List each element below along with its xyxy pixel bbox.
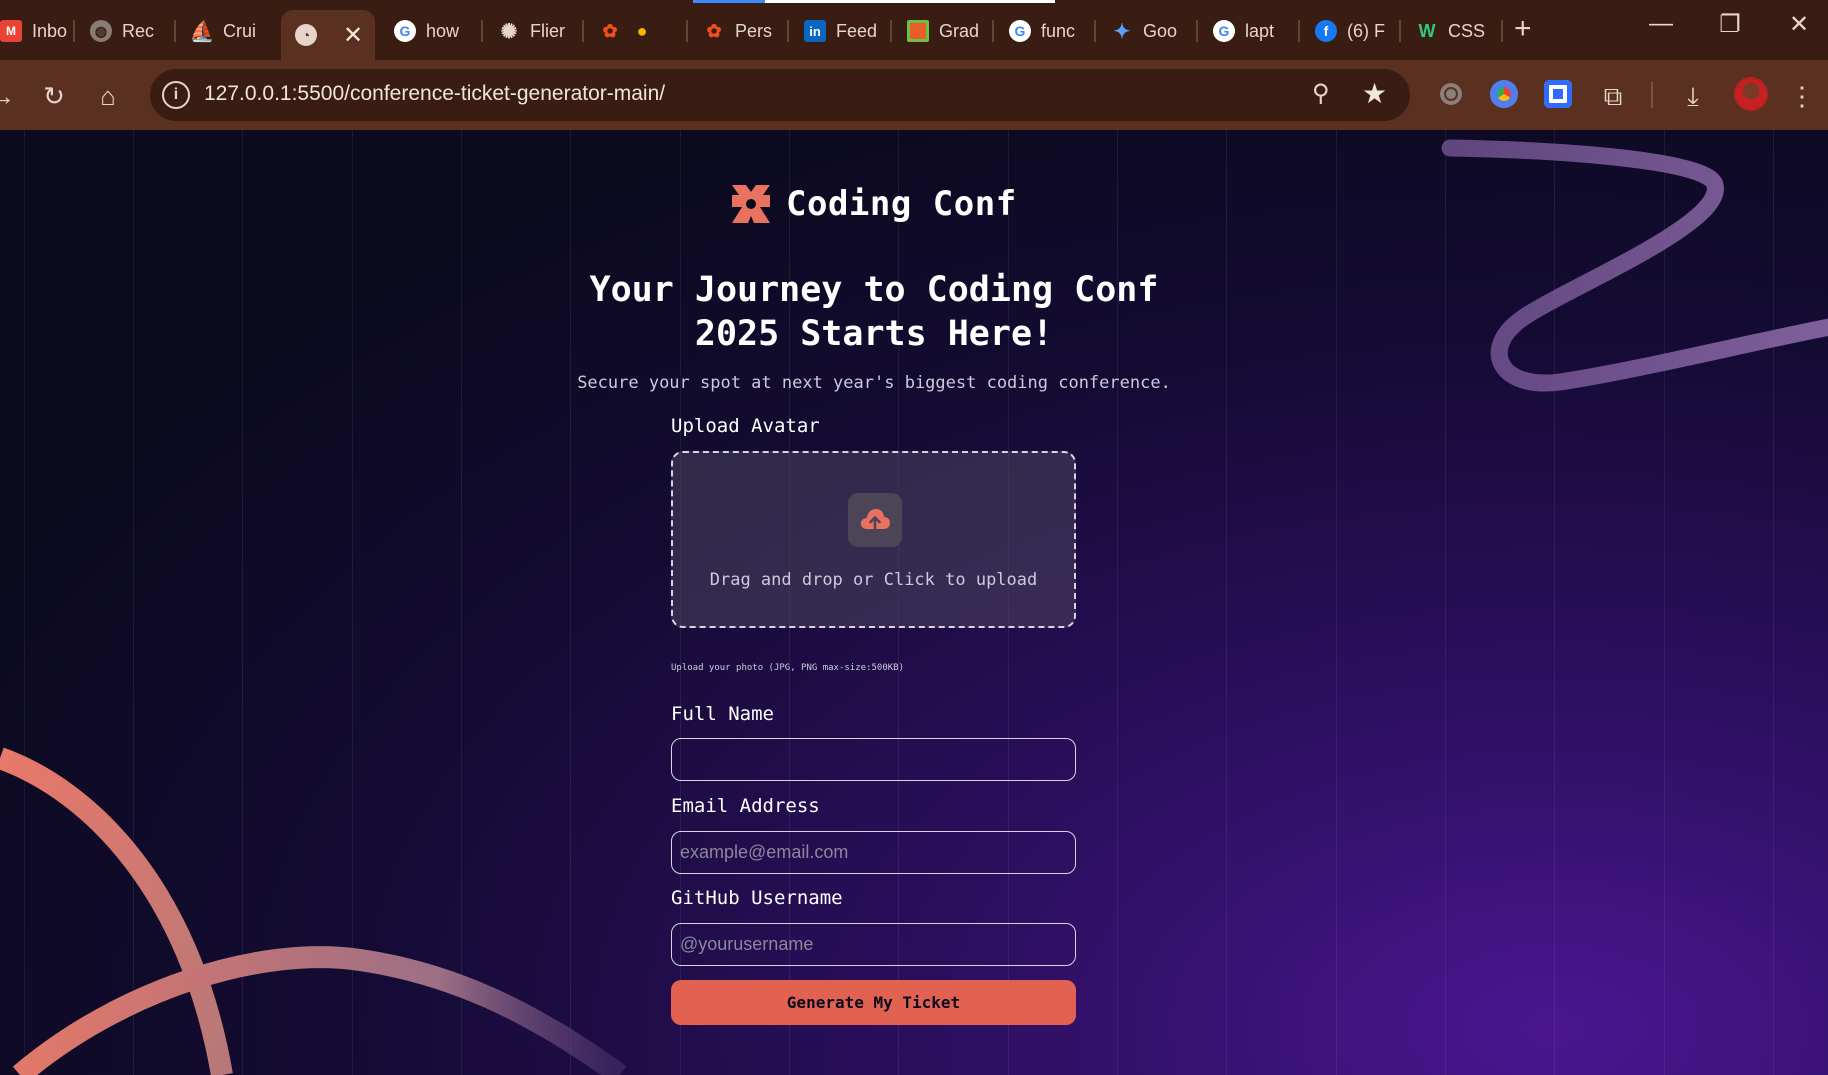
chrome-extension-icon[interactable] (1490, 80, 1518, 108)
linkedin-icon: in (804, 20, 826, 42)
facebook-icon: f (1315, 20, 1337, 42)
tab-gemini[interactable]: ✦ Goo (1097, 10, 1193, 52)
brand-logo: Coding Conf (730, 183, 1017, 225)
generate-ticket-button[interactable]: Generate My Ticket (671, 980, 1076, 1025)
tab-label: Feed (836, 20, 878, 41)
new-tab-icon[interactable]: + (1514, 12, 1532, 46)
forward-icon[interactable]: → (0, 80, 18, 112)
tab-google-how[interactable]: G how (380, 10, 476, 52)
bookmark-star-icon[interactable]: ★ (1362, 77, 1387, 110)
address-bar[interactable]: i 127.0.0.1:5500/conference-ticket-gener… (150, 69, 1410, 121)
title-line-1: Your Journey to Coding Conf (589, 270, 1159, 310)
full-name-label: Full Name (671, 703, 774, 725)
page-title: Your Journey to Coding Conf 2025 Starts … (540, 268, 1208, 356)
tab-rec[interactable]: ◍ Rec (76, 10, 172, 52)
zoom-icon[interactable]: ⚲ (1312, 79, 1330, 108)
tab-label: Crui (223, 20, 257, 41)
tab-label: Flier (530, 20, 565, 41)
tab-label: Pers (735, 20, 773, 41)
tab-label: Inbo (32, 20, 68, 41)
tab-figma-palette[interactable]: ✿ ● (585, 10, 681, 52)
tab-active-local[interactable]: ◔ ✕ (281, 10, 375, 60)
tab-google-lapt[interactable]: G lapt (1199, 10, 1295, 52)
email-input[interactable] (671, 831, 1076, 874)
restore-icon[interactable]: ❐ (1715, 10, 1745, 39)
puzzle-extensions-icon[interactable]: ⧉ (1597, 80, 1629, 112)
tab-facebook[interactable]: f (6) F (1301, 10, 1397, 52)
figma-icon: ✿ (602, 20, 618, 41)
tab-label: how (426, 20, 460, 41)
gemini-icon: ✦ (1113, 20, 1131, 43)
tab-grad[interactable]: Grad (893, 10, 989, 52)
url-text[interactable]: 127.0.0.1:5500/conference-ticket-generat… (204, 82, 665, 106)
tab-gmail[interactable]: M Inbo (0, 10, 70, 52)
box-icon (907, 20, 929, 42)
palette-icon: ● (636, 20, 648, 41)
tab-label: Grad (939, 20, 980, 41)
tab-label: func (1041, 20, 1076, 41)
close-window-icon[interactable]: ✕ (1784, 10, 1814, 39)
tab-w3schools[interactable]: W CSS (1402, 10, 1498, 52)
gmail-icon: M (0, 20, 22, 42)
tab-google-func[interactable]: G func (995, 10, 1091, 52)
site-info-icon[interactable]: i (162, 81, 190, 109)
tab-label: Goo (1143, 20, 1178, 41)
github-username-input[interactable] (671, 923, 1076, 966)
upload-cloud-icon (848, 493, 902, 547)
globe-icon: ◍ (90, 20, 112, 42)
email-label: Email Address (671, 795, 820, 817)
reload-icon[interactable]: ↻ (38, 80, 70, 112)
chatgpt-icon: ✺ (500, 20, 518, 43)
download-icon[interactable]: ⤓ (1677, 80, 1709, 112)
brand-name: Coding Conf (786, 184, 1017, 224)
tab-label: (6) F (1347, 20, 1385, 41)
tab-cruise[interactable]: ⛵ Crui (177, 10, 273, 52)
extension-icon[interactable] (1437, 80, 1465, 108)
home-icon[interactable]: ⌂ (92, 80, 124, 112)
github-label: GitHub Username (671, 887, 843, 909)
page-icon: ◔ (295, 24, 317, 46)
tab-label: CSS (1448, 20, 1486, 41)
toolbar-divider (1651, 82, 1653, 108)
google-icon: G (1009, 20, 1031, 42)
more-menu-icon[interactable]: ⋮ (1786, 80, 1818, 112)
screenshot-extension-icon[interactable] (1544, 80, 1572, 108)
browser-toolbar: → ↻ ⌂ i 127.0.0.1:5500/conference-ticket… (0, 60, 1828, 130)
dropzone-text: Drag and drop or Click to upload (709, 570, 1038, 590)
full-name-input[interactable] (671, 738, 1076, 781)
tab-label: Rec (122, 20, 155, 41)
figma-icon: ✿ (706, 20, 722, 41)
browser-tab-bar: M Inbo ◍ Rec ⛵ Crui ◔ ✕ G how ✺ Flier ✿ … (0, 0, 1828, 60)
title-line-2: 2025 Starts Here! (694, 314, 1054, 354)
google-icon: G (394, 20, 416, 42)
minimize-icon[interactable]: — (1646, 10, 1676, 38)
cruise-icon: ⛵ (189, 20, 215, 43)
avatar-dropzone[interactable]: Drag and drop or Click to upload (671, 451, 1076, 628)
tab-group-indicator (693, 0, 1055, 3)
w3-icon: W (1418, 20, 1436, 41)
avatar-hint: Upload your photo (JPG, PNG max-size:500… (671, 663, 904, 673)
logo-icon (732, 185, 770, 223)
tab-chatgpt[interactable]: ✺ Flier (484, 10, 580, 52)
tab-label: lapt (1245, 20, 1275, 41)
profile-avatar[interactable] (1734, 77, 1768, 111)
google-icon: G (1213, 20, 1235, 42)
page-viewport: Coding Conf Your Journey to Coding Conf … (0, 130, 1828, 1075)
avatar-label: Upload Avatar (671, 415, 820, 437)
close-tab-icon[interactable]: ✕ (343, 21, 363, 50)
tab-figma-pers[interactable]: ✿ Pers (689, 10, 785, 52)
page-subtitle: Secure your spot at next year's biggest … (577, 373, 1171, 393)
tab-linkedin[interactable]: in Feed (790, 10, 886, 52)
